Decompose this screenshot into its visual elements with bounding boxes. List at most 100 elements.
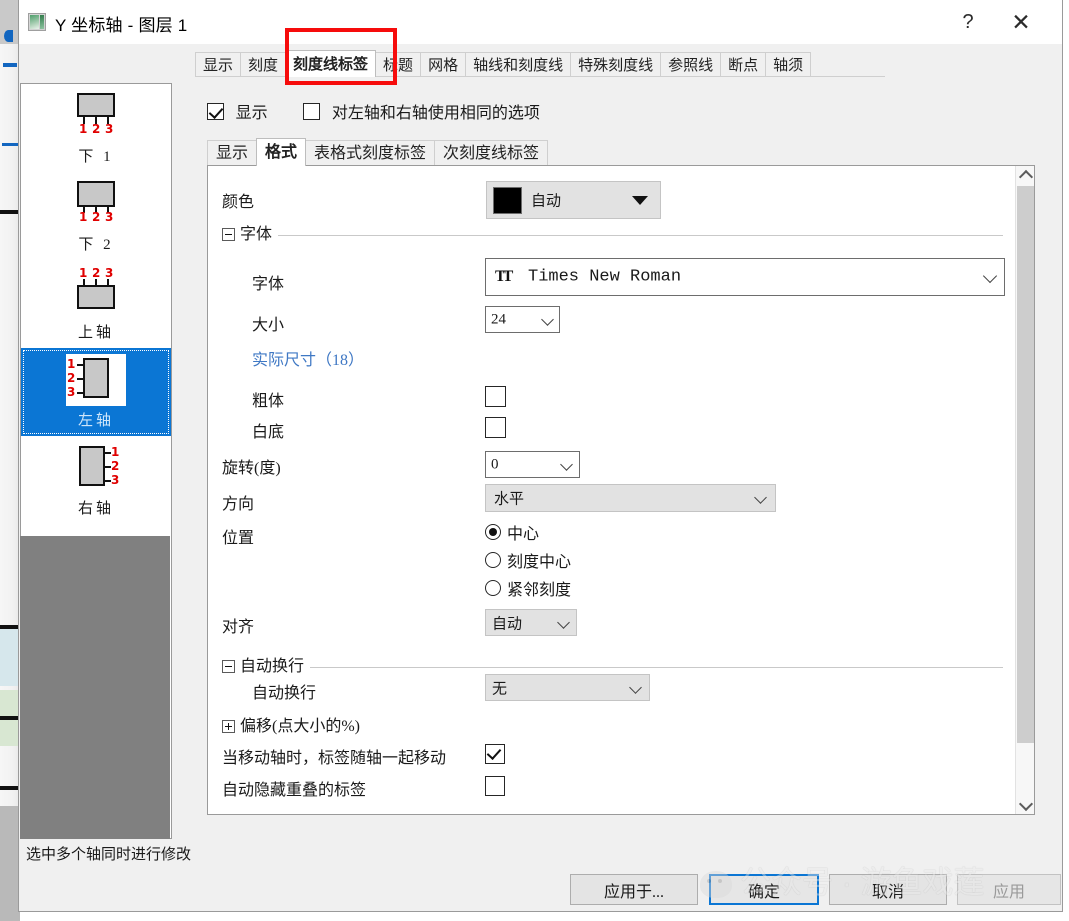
tab-grid[interactable]: 网格	[420, 52, 467, 77]
tab-tick-labels[interactable]: 刻度线标签	[285, 50, 377, 77]
tab-display[interactable]: 显示	[195, 52, 242, 77]
sidebar-item-label: 右轴	[77, 501, 114, 517]
desktop-background	[0, 0, 20, 921]
help-icon[interactable]: ?	[945, 0, 991, 44]
font-group-divider	[241, 235, 1003, 236]
settings-panel: 显示 对左轴和右轴使用相同的选项 显示 格式 表格式刻度标签 次刻度线标签 颜色…	[179, 83, 1059, 839]
tab-breaks[interactable]: 断点	[720, 52, 767, 77]
wrap-value: 无	[492, 681, 508, 697]
bold-label: 粗体	[252, 393, 285, 410]
rotate-value: 0	[491, 456, 499, 472]
sidebar-item-bottom1[interactable]: 1 2 3 下 1	[21, 84, 171, 172]
position-label: 位置	[222, 530, 255, 547]
font-value: Times New Roman	[528, 267, 682, 287]
axis-dialog: Y 坐标轴 - 图层 1 ? ✕ 显示 刻度 刻度线标签 标题 网格 轴线和刻度…	[18, 0, 1063, 912]
chevron-down-icon	[629, 680, 642, 694]
rotate-dropdown[interactable]: 0	[485, 451, 580, 478]
status-text: 选中多个轴同时进行修改	[26, 847, 192, 863]
wrap-group-divider	[241, 667, 1003, 668]
background-rule-4	[0, 786, 20, 790]
background-blue-band	[0, 629, 20, 686]
chevron-down-icon	[632, 196, 648, 205]
size-value: 24	[491, 311, 506, 327]
background-rule-1	[0, 210, 20, 214]
tab-rug[interactable]: 轴须	[765, 52, 812, 77]
wrap-dropdown[interactable]: 无	[485, 674, 650, 701]
inner-tab-display[interactable]: 显示	[207, 140, 258, 166]
chevron-down-icon	[560, 457, 573, 471]
auto-hide-overlap-checkbox[interactable]	[485, 776, 505, 796]
align-value: 自动	[492, 616, 523, 632]
close-icon[interactable]: ✕	[998, 0, 1044, 44]
sidebar-item-top[interactable]: 1 2 3 上轴	[21, 260, 171, 348]
offset-group-toggle[interactable]	[222, 720, 235, 733]
show-checkbox[interactable]	[207, 102, 224, 120]
wrap-group-title: 自动换行	[240, 652, 311, 676]
color-value: 自动	[531, 193, 562, 210]
apply-to-button[interactable]: 应用于...	[570, 874, 698, 905]
font-group-toggle[interactable]	[222, 228, 235, 241]
align-dropdown[interactable]: 自动	[485, 609, 577, 636]
position-radio-tick-center-label: 刻度中心	[507, 554, 572, 571]
axis-top-icon: 1 2 3	[66, 266, 126, 318]
chevron-down-icon	[754, 491, 767, 504]
wrap-group-toggle[interactable]	[222, 660, 235, 673]
color-label: 颜色	[222, 194, 255, 211]
bold-checkbox[interactable]	[485, 386, 506, 407]
sidebar-item-label: 左轴	[77, 413, 114, 429]
tab-scale[interactable]: 刻度	[240, 52, 287, 77]
background-gray-band-bottom	[0, 806, 20, 921]
tab-axis-and-ticks[interactable]: 轴线和刻度线	[465, 52, 572, 77]
position-radio-center[interactable]	[485, 524, 501, 540]
inner-tab-table-labels[interactable]: 表格式刻度标签	[305, 140, 436, 166]
title-bar: Y 坐标轴 - 图层 1 ? ✕	[19, 0, 1062, 44]
white-background-label: 白底	[252, 424, 285, 441]
outer-tab-list: 显示 刻度 刻度线标签 标题 网格 轴线和刻度线 特殊刻度线 参照线 断点 轴须	[195, 50, 812, 77]
axis-dialog-icon	[28, 13, 46, 31]
tab-special-ticks[interactable]: 特殊刻度线	[570, 52, 662, 77]
direction-dropdown[interactable]: 水平	[485, 484, 776, 512]
cancel-button[interactable]: 取消	[829, 874, 947, 905]
scroll-up-icon[interactable]	[1016, 166, 1034, 185]
color-swatch	[493, 187, 522, 214]
same-for-both-axes-checkbox[interactable]	[303, 102, 321, 120]
chevron-down-icon	[982, 268, 998, 284]
background-marker-2	[3, 63, 17, 67]
ok-button[interactable]: 确定	[709, 874, 819, 905]
page-title: Y 坐标轴 - 图层 1	[55, 16, 188, 35]
scrollbar-thumb[interactable]	[1017, 186, 1034, 743]
wrap-label: 自动换行	[252, 685, 317, 702]
chevron-down-icon	[541, 312, 554, 326]
apply-button[interactable]: 应用	[957, 874, 1061, 905]
sidebar-item-right[interactable]: 1 2 3 右轴	[21, 436, 171, 524]
scroll-down-icon[interactable]	[1016, 795, 1034, 814]
format-options-container: 颜色 自动 字体 字体 TT Times New Roman 大小 24 实际尺…	[207, 165, 1035, 815]
background-marker-1	[4, 30, 13, 42]
show-checkbox-label: 显示	[235, 105, 268, 122]
vertical-scrollbar[interactable]	[1015, 166, 1034, 814]
outer-tab-strip: 显示 刻度 刻度线标签 标题 网格 轴线和刻度线 特殊刻度线 参照线 断点 轴须	[19, 44, 1062, 77]
tab-title[interactable]: 标题	[375, 52, 422, 77]
axis-right-icon: 1 2 3	[66, 442, 126, 494]
actual-size-link[interactable]: 实际尺寸（18）	[252, 346, 364, 370]
color-dropdown[interactable]: 自动	[486, 181, 661, 219]
format-options-area: 颜色 自动 字体 字体 TT Times New Roman 大小 24 实际尺…	[208, 166, 1016, 814]
background-rule-3	[0, 716, 20, 720]
offset-group-title: 偏移(点大小的%)	[240, 712, 366, 736]
sidebar-item-bottom2[interactable]: 1 2 3 下 2	[21, 172, 171, 260]
inner-tab-format[interactable]: 格式	[256, 138, 307, 166]
inner-tab-minor-labels[interactable]: 次刻度线标签	[434, 140, 549, 166]
move-with-axis-checkbox[interactable]	[485, 744, 505, 764]
axis-left-icon: 1 2 3	[66, 354, 126, 406]
tab-reference-lines[interactable]: 参照线	[660, 52, 722, 77]
font-dropdown[interactable]: TT Times New Roman	[485, 258, 1005, 296]
position-radio-tick-center[interactable]	[485, 552, 501, 568]
position-radio-next-to-tick[interactable]	[485, 580, 501, 596]
truetype-icon: TT	[495, 268, 513, 285]
size-dropdown[interactable]: 24	[485, 306, 560, 333]
axis-list-empty-area	[20, 536, 170, 839]
sidebar-item-left[interactable]: 1 2 3 左轴	[21, 348, 171, 436]
white-background-checkbox[interactable]	[485, 417, 506, 438]
font-group-title: 字体	[240, 220, 279, 244]
font-label: 字体	[252, 276, 285, 293]
